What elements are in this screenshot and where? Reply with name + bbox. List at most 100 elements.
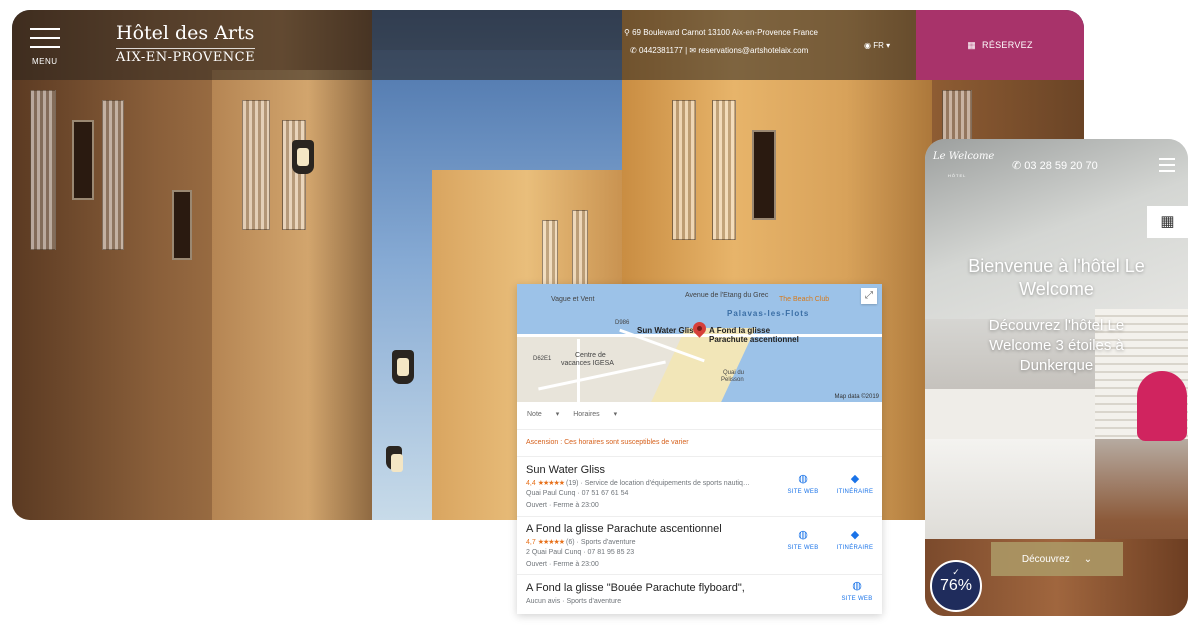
window [72,120,94,200]
mobile-hero-title: Bienvenue à l'hôtel Le Welcome [968,256,1145,299]
place-address: 2 Quai Paul Cunq · 07 81 95 85 23 [526,549,635,556]
directions-button[interactable]: ◆ ITINÉRAIRE [835,529,875,551]
mobile-phone[interactable]: ✆ 03 28 59 20 70 [1012,159,1098,172]
window [172,190,192,260]
map-label-pelisson: Pelisson [721,377,744,383]
place-rating-line: 4,4 ★★★★★ (19) · Service de location d'é… [526,479,750,487]
place-review-count: (19) [566,480,579,487]
directions-icon: ◆ [850,473,860,485]
road [577,339,580,402]
checkmark-icon: ✓ [952,567,960,577]
map-label-d62: D62E1 [533,356,552,362]
discover-label: Découvrez [1021,553,1070,565]
score-percent: 76% [939,577,973,594]
expand-map-icon[interactable]: ⤢ [861,288,877,304]
map-label-avenue: Avenue de l'Etang du Grec [685,292,769,299]
place-name[interactable]: Sun Water Gliss [526,464,605,476]
map-credit: Map data ©2019 [834,394,879,400]
shutter [242,100,270,230]
place-hours: Ouvert · Ferme à 23:00 [526,502,599,509]
map-label-sun-water-gliss: Sun Water Gliss [637,326,699,335]
website-button[interactable]: ◍ SITE WEB [837,580,877,602]
shutter [102,100,124,250]
reserve-button[interactable]: ▦ RÉSERVEZ [916,10,1084,80]
phone-link[interactable]: 0442381177 [639,46,683,55]
email-link[interactable]: reservations@artshotelaix.com [698,46,808,55]
website-button[interactable]: ◍ SITE WEB [783,473,823,495]
globe-icon: ◉ [864,41,871,50]
window [752,130,776,220]
showcase: MENU Hôtel des Arts AIX-EN-PROVENCE ⚲ 69… [0,0,1200,638]
address-text: 69 Boulevard Carnot 13100 Aix-en-Provenc… [632,28,818,37]
place-rating: 4,7 [526,539,536,546]
discover-button[interactable]: Découvrez ⌄ [991,542,1123,576]
mobile-hero: Le Welcome HÔTEL ✆ 03 28 59 20 70 ▦ Bien… [925,139,1188,616]
menu-hamburger-icon[interactable] [30,28,60,55]
directions-icon: ◆ [850,529,860,541]
shutter [672,100,696,240]
map-marker-icon: ⚲ [624,28,630,37]
menu-label[interactable]: MENU [32,57,58,66]
shutter [30,90,56,250]
calendar-icon: ▦ [967,39,977,50]
hotel-address: ⚲ 69 Boulevard Carnot 13100 Aix-en-Prove… [624,28,818,37]
mobile-menu-icon[interactable] [1159,158,1175,176]
reserve-label: RÉSERVEZ [982,40,1033,50]
place-name[interactable]: A Fond la glisse Parachute ascentionnel [526,523,722,535]
map-label-beach-club: The Beach Club [779,296,830,303]
place-no-reviews: Aucun avis · Sports d'aventure [526,598,622,605]
street-lamp [386,446,403,472]
filter-note[interactable]: Note ▾ [527,411,559,418]
mobile-logo-sub: HÔTEL [948,173,967,178]
place-category: · Sports d'aventure [576,539,636,546]
filter-hours[interactable]: Horaires ▾ [573,411,617,418]
globe-icon: ◍ [798,529,808,541]
mobile-header: Le Welcome HÔTEL ✆ 03 28 59 20 70 [925,139,1188,194]
map-label-d986: D986 [615,320,630,326]
mobile-logo[interactable]: Le Welcome [933,151,994,162]
mobile-hero-subtitle: Découvrez l'hôtel Le Welcome 3 étoiles à… [988,317,1125,374]
map-label-parachute: Parachute ascentionnel [709,335,799,344]
shutter [712,100,736,240]
score-badge[interactable]: ✓ 76% [930,560,982,612]
language-selector[interactable]: ◉ FR ▾ [864,41,890,50]
place-rating: 4,4 [526,480,536,487]
shutter [572,210,588,290]
map-label-centre: Centre de [575,352,606,359]
map-label-palavas: Palavas-les-Flots [727,309,810,318]
directions-button[interactable]: ◆ ITINÉRAIRE [835,473,875,495]
place-result[interactable]: Sun Water Gliss 4,4 ★★★★★ (19) · Service… [517,457,882,517]
place-hours: Ouvert · Ferme à 23:00 [526,561,599,568]
phone-icon: ✆ [630,46,637,55]
place-rating-line: 4,7 ★★★★★ (6) · Sports d'aventure [526,538,635,546]
email-icon: ✉ [689,46,697,55]
place-review-count: (6) [566,539,575,546]
language-code: FR [873,41,884,50]
mobile-phone-number: 03 28 59 20 70 [1024,160,1098,172]
map-label-vacances: vacances IGESA [561,360,614,367]
street-lamp [392,350,414,384]
place-name[interactable]: A Fond la glisse "Bouée Parachute flyboa… [526,582,745,594]
caret-down-icon: ▾ [886,41,891,50]
map-label-a-fond-la-glisse: A Fond la glisse [709,326,771,335]
place-result[interactable]: A Fond la glisse Parachute ascentionnel … [517,517,882,575]
place-address: Quai Paul Cunq · 07 51 67 61 54 [526,490,629,497]
star-rating-icon: ★★★★★ [537,480,565,487]
contact-separator: | [685,46,688,55]
hotel-logo-subtitle: AIX-EN-PROVENCE [116,48,256,65]
result-filters: Note ▾ Horaires ▾ [527,410,629,418]
booking-calendar-icon[interactable]: ▦ [1147,206,1188,238]
map-label-vague-et-vent: Vague et Vent [551,296,595,303]
map-view[interactable]: Vague et Vent Avenue de l'Etang du Grec … [517,284,882,402]
website-button[interactable]: ◍ SITE WEB [783,529,823,551]
hotel-logo-title[interactable]: Hôtel des Arts [116,22,254,44]
chevron-down-icon: ⌄ [1083,553,1093,565]
globe-icon: ◍ [798,473,808,485]
shutter [542,220,558,290]
hours-notice: Ascension : Ces horaires sont susceptibl… [517,429,882,457]
hotel-contact: ✆ 0442381177 | ✉ reservations@artshotela… [630,46,808,55]
hours-notice-text: Ascension : Ces horaires sont susceptibl… [526,439,689,446]
place-result[interactable]: A Fond la glisse "Bouée Parachute flyboa… [517,575,882,614]
shutter [282,120,306,230]
star-rating-icon: ★★★★★ [537,539,565,546]
